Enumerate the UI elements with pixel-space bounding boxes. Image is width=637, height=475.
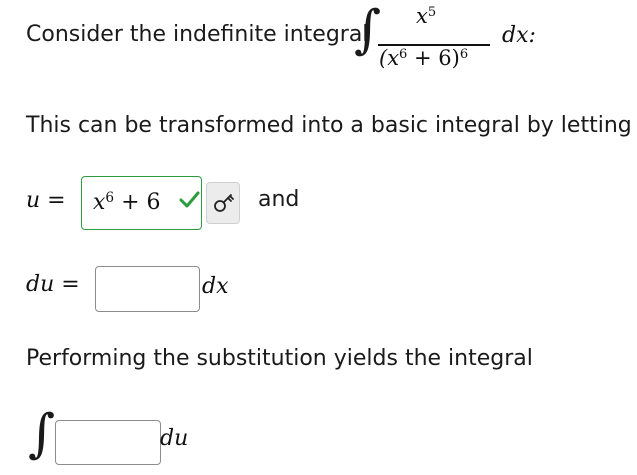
- final-integrand-input[interactable]: [55, 420, 161, 465]
- key-icon: [214, 194, 234, 212]
- u-answer-value: x6 + 6: [93, 189, 161, 216]
- u-value-base: x: [93, 190, 106, 215]
- checkmark-icon: [179, 191, 200, 208]
- final-differential: du: [160, 426, 189, 451]
- integrand-denominator: (x6 + 6)6: [379, 46, 468, 70]
- numerator-exponent: 5: [427, 4, 437, 20]
- question-differential: dx:: [502, 23, 536, 48]
- key-button[interactable]: [206, 182, 240, 224]
- u-value-rest: + 6: [114, 190, 161, 215]
- u-label: u =: [26, 188, 66, 213]
- question-text: Consider the indefinite integral: [26, 22, 369, 47]
- integrand-numerator: x5: [416, 4, 436, 28]
- du-input[interactable]: [95, 266, 200, 312]
- u-value-exponent: 6: [105, 189, 115, 206]
- du-label: du =: [26, 272, 80, 297]
- integral-symbol: ∫: [354, 0, 382, 60]
- substitution-instruction: Performing the substitution yields the i…: [26, 346, 533, 371]
- du-differential: dx: [202, 274, 229, 299]
- numerator-base: x: [416, 4, 428, 28]
- final-integral-symbol: ∫: [28, 404, 56, 464]
- denominator-rest: + 6): [407, 46, 460, 70]
- denominator-open: (x: [379, 46, 400, 70]
- and-text: and: [258, 187, 300, 212]
- denominator-exponent: 6: [459, 46, 469, 62]
- denominator-inner-exponent: 6: [399, 46, 408, 62]
- transform-instruction: This can be transformed into a basic int…: [26, 113, 632, 138]
